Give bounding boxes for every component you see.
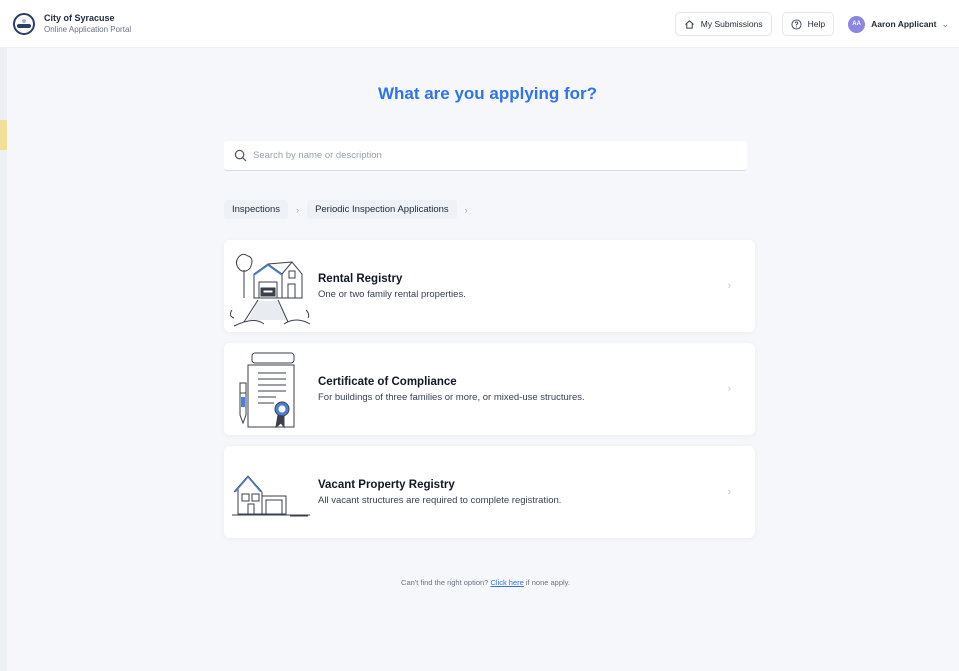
option-description: For buildings of three families or more,… xyxy=(318,391,585,403)
user-menu[interactable]: AA Aaron Applicant ⌄ xyxy=(848,15,949,33)
option-description: One or two family rental properties. xyxy=(318,288,466,300)
help-label: Help xyxy=(807,19,826,29)
help-icon xyxy=(791,18,802,30)
click-here-link[interactable]: Click here xyxy=(490,578,523,587)
chevron-right-icon: › xyxy=(727,486,731,498)
breadcrumb-item-inspections[interactable]: Inspections xyxy=(224,200,289,219)
option-title: Certificate of Compliance xyxy=(318,375,457,388)
breadcrumb: Inspections › Periodic Inspection Applic… xyxy=(224,200,476,219)
footer-suffix: if none apply. xyxy=(525,578,570,587)
chevron-down-icon: ⌄ xyxy=(941,18,949,29)
chevron-right-icon: › xyxy=(296,204,300,215)
help-button[interactable]: Help xyxy=(781,12,835,36)
option-title: Rental Registry xyxy=(318,272,403,285)
top-header: City of Syracuse Online Application Port… xyxy=(0,0,959,48)
header-nav: My Submissions Help AA Aaron Applicant ⌄ xyxy=(665,12,949,36)
option-card-vacant-property-registry[interactable]: Vacant Property Registry All vacant stru… xyxy=(224,446,755,538)
brand-title: City of Syracuse xyxy=(44,12,115,23)
chevron-right-icon: › xyxy=(727,383,731,395)
house-rental-icon xyxy=(224,240,318,332)
chevron-right-icon: › xyxy=(464,204,468,215)
search-bar[interactable] xyxy=(224,141,747,171)
brand-subtitle: Online Application Portal xyxy=(44,24,132,34)
option-description: All vacant structures are required to co… xyxy=(318,494,562,506)
user-name: Aaron Applicant xyxy=(871,19,937,29)
breadcrumb-item-periodic[interactable]: Periodic Inspection Applications xyxy=(307,200,457,219)
certificate-document-icon xyxy=(224,343,318,435)
page-title: What are you applying for? xyxy=(377,84,598,103)
search-icon xyxy=(234,149,247,162)
footer-note: Can't find the right option? Click here … xyxy=(0,578,959,587)
search-input[interactable] xyxy=(253,150,733,161)
option-card-rental-registry[interactable]: Rental Registry One or two family rental… xyxy=(224,240,755,332)
vacant-house-icon xyxy=(224,446,318,538)
avatar: AA xyxy=(848,15,866,33)
option-title: Vacant Property Registry xyxy=(318,478,455,491)
option-card-certificate-of-compliance[interactable]: Certificate of Compliance For buildings … xyxy=(224,343,755,435)
home-icon xyxy=(684,19,694,29)
chevron-right-icon: › xyxy=(727,280,731,292)
footer-text: Can't find the right option? xyxy=(401,578,489,587)
my-submissions-button[interactable]: My Submissions xyxy=(674,12,772,36)
my-submissions-label: My Submissions xyxy=(700,19,763,29)
city-seal-logo xyxy=(13,12,35,35)
brand[interactable]: City of Syracuse Online Application Port… xyxy=(13,12,132,35)
